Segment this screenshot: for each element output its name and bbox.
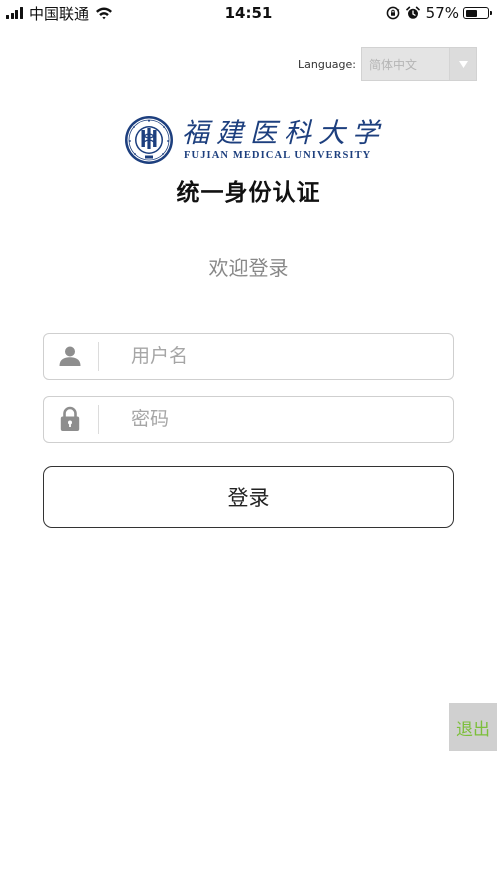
password-divider [98, 405, 99, 434]
chevron-down-icon[interactable] [449, 48, 476, 80]
password-input[interactable] [114, 397, 434, 441]
battery-percent: 57% [425, 4, 459, 22]
battery-icon [463, 7, 492, 19]
university-name-en: FUJIAN MEDICAL UNIVERSITY [184, 150, 372, 161]
university-name-cn: 福建医科大学 [182, 118, 386, 149]
lock-icon [57, 406, 83, 432]
university-logo: 福建医科大学 FUJIAN MEDICAL UNIVERSITY [124, 115, 379, 167]
login-button[interactable]: 登录 [43, 466, 454, 528]
password-field[interactable] [43, 396, 454, 443]
username-field[interactable] [43, 333, 454, 380]
welcome-text: 欢迎登录 [208, 256, 289, 280]
user-icon [57, 343, 83, 369]
exit-button[interactable]: 退出 [449, 703, 497, 751]
alarm-icon [405, 6, 420, 19]
university-seal-icon [125, 116, 173, 164]
language-row: Language: 简体中文 [298, 47, 477, 81]
language-select[interactable]: 简体中文 [361, 47, 477, 81]
status-bar: 中国联通 14:51 57% [0, 0, 497, 26]
language-selected-value: 简体中文 [369, 57, 418, 72]
username-input[interactable] [114, 334, 434, 378]
page-subtitle: 统一身份认证 [176, 180, 321, 206]
username-divider [98, 342, 99, 371]
rotation-lock-icon [386, 6, 400, 20]
status-bar-right: 57% [386, 4, 492, 22]
language-label: Language: [298, 57, 356, 71]
